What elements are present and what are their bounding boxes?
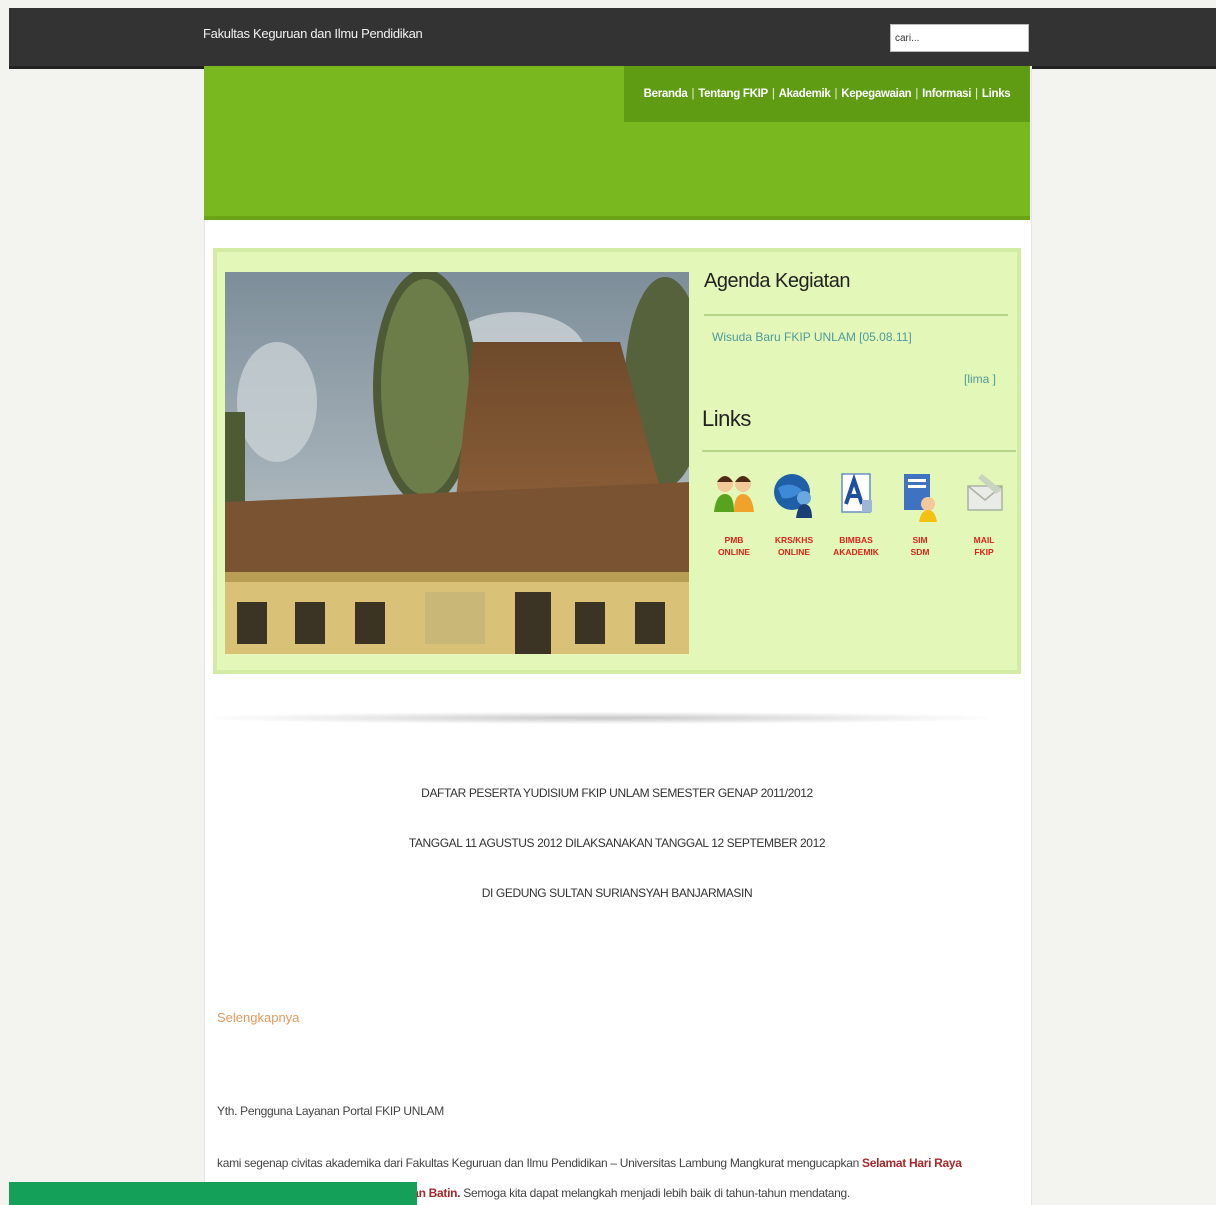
academic-document-icon xyxy=(841,473,872,513)
link-label: PMB ONLINE xyxy=(717,535,751,557)
announcement-heading-line-2: TANGGAL 11 AGUSTUS 2012 DILAKSANAKAN TAN… xyxy=(408,836,826,850)
bottom-notification-bar[interactable] xyxy=(9,1182,417,1205)
top-bar xyxy=(9,8,1216,69)
links-title: Links xyxy=(702,406,751,431)
nav-separator: | xyxy=(915,88,919,100)
link-bimbas-akademik[interactable]: BIMBAS AKADEMIK xyxy=(829,470,883,558)
nav-separator: | xyxy=(834,88,838,100)
link-sim-sdm[interactable]: SIM SDM xyxy=(893,470,947,558)
agenda-divider xyxy=(704,314,1008,316)
nav-item-links[interactable]: Links xyxy=(982,88,1011,100)
link-label: KRS/KHS ONLINE xyxy=(774,535,814,557)
announcement-heading-line-3: DI GEDUNG SULTAN SURIANSYAH BANJARMASIN xyxy=(481,886,753,900)
nav-item-akademik[interactable]: Akademik xyxy=(779,88,831,100)
nav-separator: | xyxy=(975,88,978,100)
body-cont-text: Semoga kita dapat melangkah menjadi lebi… xyxy=(463,1186,850,1200)
main-nav: Beranda | Tentang FKIP | Akademik | Kepe… xyxy=(624,66,1030,122)
campus-building-photo xyxy=(225,272,689,654)
salutation-text: Yth. Pengguna Layanan Portal FKIP UNLAM xyxy=(217,1104,444,1118)
link-label: SIM SDM xyxy=(910,535,930,557)
nav-item-kepegawaian[interactable]: Kepegawaian xyxy=(841,88,912,100)
envelope-icon xyxy=(967,474,1003,511)
section-divider xyxy=(214,712,988,724)
link-mail-fkip[interactable]: MAIL FKIP xyxy=(957,470,1011,558)
site-title[interactable]: Fakultas Keguruan dan Ilmu Pendidikan xyxy=(203,26,423,41)
body-highlight-text: Selamat Hari Raya xyxy=(862,1156,962,1170)
announcement-heading-line-1: DAFTAR PESERTA YUDISIUM FKIP UNLAM SEMES… xyxy=(421,786,813,800)
link-label: BIMBAS AKADEMIK xyxy=(833,535,879,557)
nav-item-beranda[interactable]: Beranda xyxy=(644,88,688,100)
agenda-title: Agenda Kegiatan xyxy=(704,270,850,292)
links-divider xyxy=(702,450,1016,452)
agenda-more-link[interactable]: [lima ] xyxy=(964,372,996,386)
students-icon xyxy=(714,476,754,512)
link-krs-online[interactable]: KRS/KHS ONLINE xyxy=(767,470,821,558)
body-paragraph-line-1: kami segenap civitas akademika dari Faku… xyxy=(217,1156,1017,1170)
globe-person-icon xyxy=(774,474,812,518)
staff-document-icon xyxy=(904,474,937,522)
nav-separator: | xyxy=(691,88,695,100)
body-intro-text: kami segenap civitas akademika dari Faku… xyxy=(217,1156,859,1170)
nav-item-tentang-fkip[interactable]: Tentang FKIP xyxy=(698,88,768,100)
nav-item-informasi[interactable]: Informasi xyxy=(922,88,971,100)
read-more-link[interactable]: Selengkapnya xyxy=(217,1010,299,1025)
link-label: MAIL FKIP xyxy=(973,535,995,557)
nav-separator: | xyxy=(771,88,775,100)
agenda-item[interactable]: Wisuda Baru FKIP UNLAM [05.08.11] xyxy=(712,330,912,344)
link-pmb-online[interactable]: PMB ONLINE xyxy=(707,470,761,558)
search-input[interactable] xyxy=(890,24,1029,52)
campus-photo-illustration xyxy=(225,272,689,654)
